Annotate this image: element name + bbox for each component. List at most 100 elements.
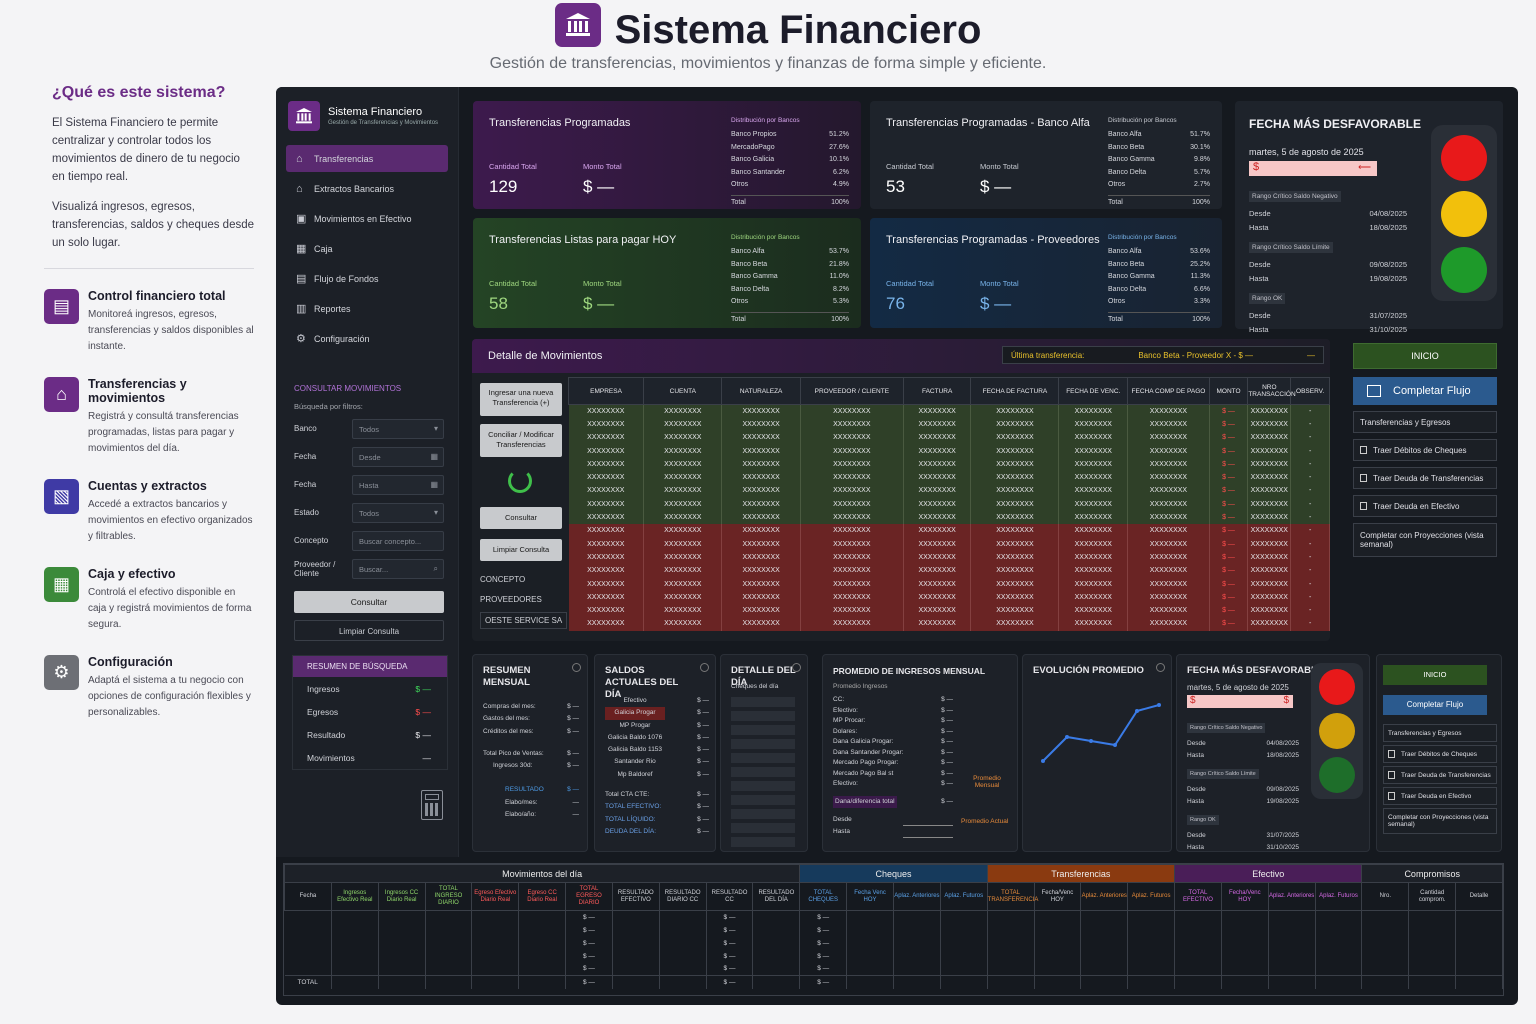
column-header[interactable]: FECHA DE VENC.: [1058, 377, 1129, 405]
table-row[interactable]: XXXXXXXX XXXXXXXX XXXXXXXX XXXXXXXX XXXXXXXX…: [568, 497, 1330, 511]
consult-button[interactable]: Consultar: [294, 591, 444, 613]
table-row[interactable]: XXXXXXXX XXXXXXXX XXXXXXXX XXXXXXXX XXXXXXXX…: [568, 484, 1330, 498]
action-item[interactable]: Traer Débitos de Cheques: [1353, 439, 1497, 461]
refresh-icon[interactable]: [792, 663, 801, 672]
sidebar-item-caja[interactable]: ▦ Caja: [286, 235, 448, 262]
filter-input[interactable]: Buscar... ⌕: [352, 558, 444, 579]
table-cell: XXXXXXXX: [1058, 603, 1129, 618]
checks-label: Cheques del día: [731, 683, 779, 690]
action-item[interactable]: Transferencias y Egresos: [1353, 411, 1497, 433]
filter-input[interactable]: Desde ▦: [352, 446, 444, 467]
action-item[interactable]: Traer Deuda en Efectivo: [1353, 495, 1497, 517]
concept-label: CONCEPTO: [480, 575, 526, 584]
sidebar-item-reportes[interactable]: ▥ Reportes: [286, 295, 448, 322]
clear-consult-button[interactable]: Limpiar Consulta: [294, 620, 444, 641]
table-cell: XXXXXXXX: [800, 497, 904, 511]
table-cell: XXXXXXXX: [643, 564, 723, 578]
action-item[interactable]: Traer Deuda de Transferencias: [1353, 467, 1497, 489]
table-cell: XXXXXXXX: [643, 510, 723, 525]
sidebar-item-extractos-bancarios[interactable]: ⌂ Extractos Bancarios: [286, 175, 448, 202]
table-cell: XXXXXXXX: [1247, 510, 1292, 525]
filter-input[interactable]: Buscar concepto...: [352, 530, 444, 551]
sidebar-item-configuración[interactable]: ⚙ Configuración: [286, 325, 448, 352]
table-row[interactable]: XXXXXXXX XXXXXXXX XXXXXXXX XXXXXXXX XXXXXXXX…: [568, 603, 1330, 618]
table-row[interactable]: XXXXXXXX XXXXXXXX XXXXXXXX XXXXXXXX XXXXXXXX…: [568, 617, 1330, 631]
table-cell: [1361, 962, 1410, 976]
table-row[interactable]: XXXXXXXX XXXXXXXX XXXXXXXX XXXXXXXX XXXXXXXX…: [568, 564, 1330, 578]
column-header: RESULTADO EFECTIVO: [611, 882, 660, 911]
table-row[interactable]: XXXXXXXX XXXXXXXX XXXXXXXX XXXXXXXX XXXXXXXX…: [568, 550, 1330, 565]
column-header[interactable]: PROVEEDOR / CLIENTE: [799, 377, 904, 405]
table-cell: [659, 949, 707, 963]
sidebar-item-transferencias[interactable]: ⌂ Transferencias: [286, 145, 448, 172]
column-header[interactable]: FECHA COMP DE PAGO: [1127, 377, 1210, 405]
detail-consult-button[interactable]: Consultar: [480, 507, 562, 529]
action-item[interactable]: Traer Débitos de Cheques: [1383, 745, 1497, 763]
refresh-icon[interactable]: [700, 663, 709, 672]
table-cell: $ —: [1209, 444, 1249, 458]
table-cell: XXXXXXXX: [643, 457, 723, 471]
table-row[interactable]: XXXXXXXX XXXXXXXX XXXXXXXX XXXXXXXX XXXXXXXX…: [568, 431, 1330, 445]
summary-row: Movimientos —: [307, 753, 431, 763]
complete-flow-button[interactable]: Completar Flujo: [1353, 377, 1497, 405]
detail-clear-button[interactable]: Limpiar Consulta: [480, 539, 562, 561]
home-button-mini[interactable]: INICIO: [1383, 665, 1487, 685]
table-cell: XXXXXXXX: [800, 577, 904, 591]
table-cell: [940, 975, 988, 989]
sidebar-item-movimientos-en-efectivo[interactable]: ▣ Movimientos en Efectivo: [286, 205, 448, 232]
column-header[interactable]: FECHA DE FACTURA: [970, 377, 1060, 405]
table-row[interactable]: XXXXXXXX XXXXXXXX XXXXXXXX XXXXXXXX XXXXXXXX…: [568, 444, 1330, 458]
table-row[interactable]: XXXXXXXX XXXXXXXX XXXXXXXX XXXXXXXX XXXXXXXX…: [568, 577, 1330, 591]
table-row[interactable]: XXXXXXXX XXXXXXXX XXXXXXXX XXXXXXXX XXXXXXXX…: [568, 417, 1330, 432]
column-header[interactable]: FACTURA: [902, 377, 972, 405]
home-button[interactable]: INICIO: [1353, 343, 1497, 369]
table-row[interactable]: XXXXXXXX XXXXXXXX XXXXXXXX XXXXXXXX XXXXXXXX…: [568, 590, 1330, 604]
calculator-icon[interactable]: [421, 790, 443, 820]
card-listas-hoy[interactable]: Transferencias Listas para pagar HOY Cant…: [473, 218, 861, 328]
table-cell: [425, 962, 473, 976]
sidebar-item-flujo-de-fondos[interactable]: ▤ Flujo de Fondos: [286, 265, 448, 292]
suppliers-label[interactable]: PROVEEDORES: [480, 595, 542, 604]
filter-input[interactable]: Hasta ▦: [352, 474, 444, 495]
refresh-icon[interactable]: [508, 469, 532, 493]
table-cell: [518, 936, 567, 950]
action-item[interactable]: Completar con Proyecciones (vista semana…: [1383, 808, 1497, 834]
refresh-icon[interactable]: [572, 663, 581, 672]
filter-input[interactable]: Todos ▾: [352, 502, 444, 523]
complete-flow-button-mini[interactable]: Completar Flujo: [1383, 695, 1487, 715]
new-transfer-button[interactable]: Ingresar una nueva Transferencia (+): [480, 383, 562, 416]
amt-value: $ —: [583, 294, 615, 313]
card-proveedores[interactable]: Transferencias Programadas - Proveedores…: [870, 218, 1222, 328]
action-item[interactable]: Transferencias y Egresos: [1383, 724, 1497, 742]
filter-input[interactable]: Todos ▾: [352, 418, 444, 439]
table-row[interactable]: XXXXXXXX XXXXXXXX XXXXXXXX XXXXXXXX XXXXXXXX…: [568, 404, 1330, 418]
column-header[interactable]: NRO TRANSACCIÓN: [1247, 377, 1296, 405]
range-title: Rango OK: [1187, 815, 1219, 825]
action-item[interactable]: Completar con Proyecciones (vista semana…: [1353, 523, 1497, 557]
table-row[interactable]: XXXXXXXX XXXXXXXX XXXXXXXX XXXXXXXX XXXXXXXX…: [568, 537, 1330, 551]
avg-income-title: PROMEDIO DE INGRESOS MENSUAL: [833, 666, 986, 676]
column-header[interactable]: OBSERV.: [1290, 377, 1330, 405]
table-cell: [425, 936, 473, 950]
table-cell: [1315, 910, 1363, 924]
table-cell: XXXXXXXX: [568, 417, 645, 432]
column-header[interactable]: CUENTA: [643, 377, 723, 405]
column-header[interactable]: EMPRESA: [567, 377, 645, 405]
card-banco-alfa[interactable]: Transferencias Programadas - Banco Alfa C…: [870, 101, 1222, 209]
reconcile-button[interactable]: Conciliar / Modificar Transferencias: [480, 424, 562, 457]
column-header[interactable]: MONTO: [1208, 377, 1249, 405]
table-row[interactable]: XXXXXXXX XXXXXXXX XXXXXXXX XXXXXXXX XXXXXXXX…: [568, 457, 1330, 471]
card-programadas[interactable]: Transferencias Programadas Cantidad Total…: [473, 101, 861, 209]
table-cell: $ —: [1209, 404, 1249, 418]
action-item[interactable]: Traer Deuda en Efectivo: [1383, 787, 1497, 805]
table-cell: XXXXXXXX: [721, 484, 801, 498]
supplier-item[interactable]: OESTE SERVICE SA: [480, 612, 568, 629]
table-row[interactable]: XXXXXXXX XXXXXXXX XXXXXXXX XXXXXXXX XXXXXXXX…: [568, 510, 1330, 525]
column-header[interactable]: NATURALEZA: [721, 377, 801, 405]
traffic-light: [1431, 125, 1497, 301]
table-cell: [659, 936, 707, 950]
table-cell: $ —: [1209, 564, 1249, 578]
table-row[interactable]: XXXXXXXX XXXXXXXX XXXXXXXX XXXXXXXX XXXXXXXX…: [568, 470, 1330, 485]
action-item[interactable]: Traer Deuda de Transferencias: [1383, 766, 1497, 784]
table-row[interactable]: XXXXXXXX XXXXXXXX XXXXXXXX XXXXXXXX XXXXXXXX…: [568, 524, 1330, 538]
